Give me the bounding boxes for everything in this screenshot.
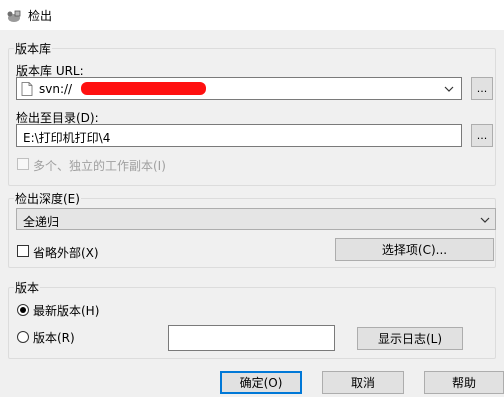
revision-input[interactable]: [168, 325, 335, 351]
show-log-button[interactable]: 显示日志(L): [357, 327, 463, 350]
head-revision-radio[interactable]: [17, 304, 29, 316]
checkout-dir-input[interactable]: E:\打印机打印\4: [16, 124, 462, 147]
independent-copy-label: 多个、独立的工作副本(I): [33, 159, 166, 173]
browse-repository-button[interactable]: ...: [471, 77, 493, 100]
title-bar: 检出: [0, 0, 504, 30]
repository-url-combobox[interactable]: svn://: [16, 77, 462, 100]
choose-items-button[interactable]: 选择项(C)...: [335, 238, 494, 261]
document-icon: [21, 82, 33, 96]
repository-group-label: 版本库: [14, 40, 53, 57]
redaction-mark: [81, 82, 206, 95]
revision-group-label: 版本: [14, 279, 41, 296]
head-revision-label: 最新版本(H): [33, 304, 100, 318]
help-label: 帮助: [451, 376, 476, 390]
browse-repository-label: ...: [476, 82, 488, 95]
depth-select[interactable]: 全递归: [16, 208, 496, 230]
independent-copy-checkbox[interactable]: [17, 158, 29, 170]
omit-externals-label: 省略外部(X): [33, 246, 99, 260]
ok-label: 确定(O): [239, 376, 283, 390]
checkout-dir-value: E:\打印机打印\4: [23, 131, 111, 145]
ok-button[interactable]: 确定(O): [220, 371, 302, 394]
depth-group-label: 检出深度(E): [14, 190, 81, 207]
window-title: 检出: [28, 9, 53, 23]
depth-selected-value: 全递归: [23, 215, 60, 229]
specific-revision-label: 版本(R): [33, 331, 75, 345]
repository-url-value: svn://: [39, 82, 73, 96]
browse-dir-button[interactable]: ...: [471, 124, 493, 147]
tortoisesvn-icon: [7, 10, 21, 22]
chevron-down-icon[interactable]: [444, 86, 454, 92]
cancel-label: 取消: [350, 376, 375, 390]
browse-dir-label: ...: [476, 129, 488, 142]
show-log-label: 显示日志(L): [377, 332, 443, 346]
chevron-down-icon[interactable]: [480, 217, 490, 223]
specific-revision-radio[interactable]: [17, 331, 29, 343]
choose-items-label: 选择项(C)...: [381, 243, 448, 257]
cancel-button[interactable]: 取消: [322, 371, 404, 394]
omit-externals-checkbox[interactable]: [17, 245, 29, 257]
help-button[interactable]: 帮助: [424, 371, 504, 394]
